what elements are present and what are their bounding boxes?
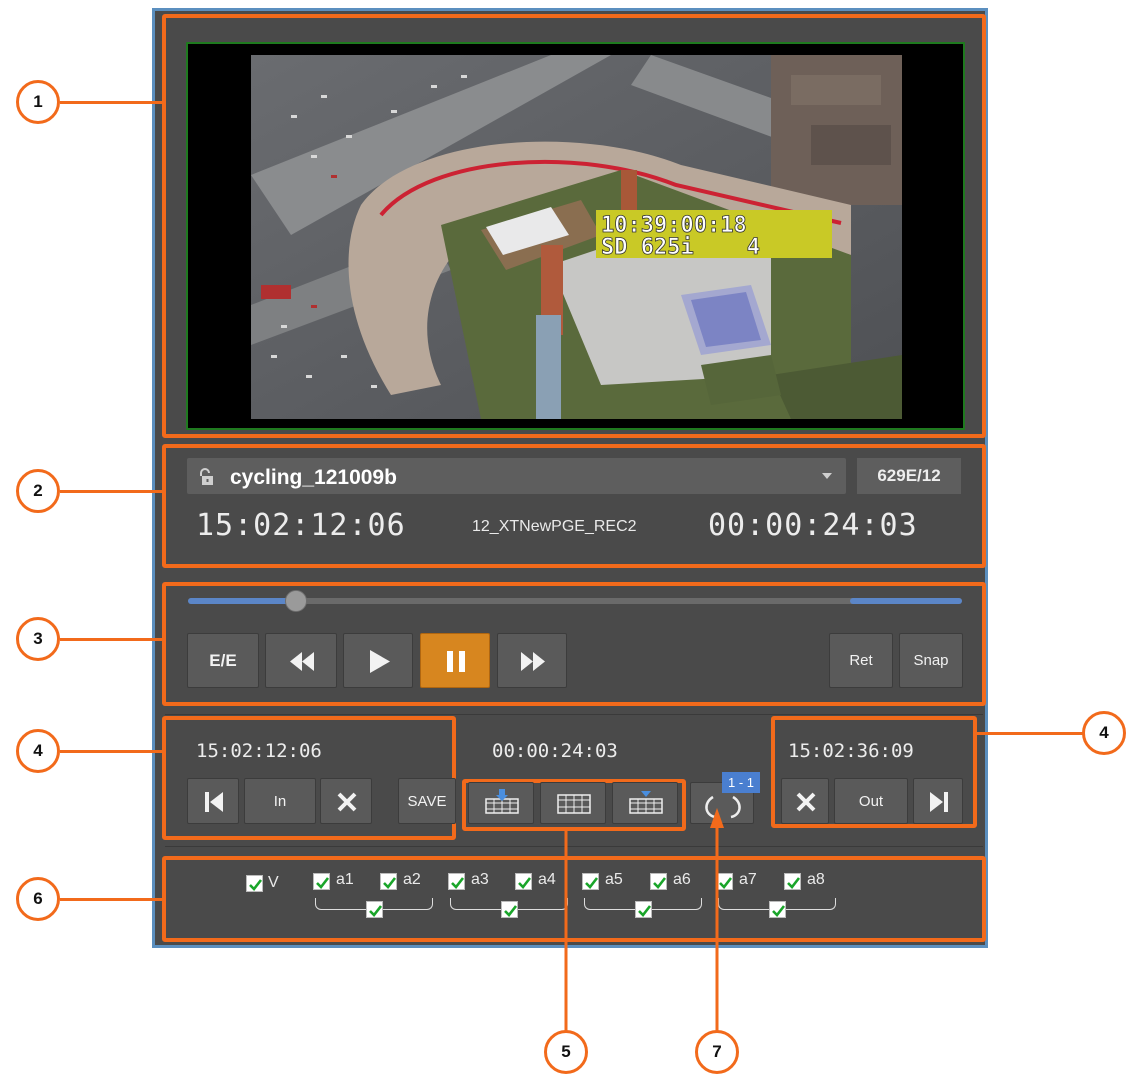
callout-leaders: [564, 808, 724, 1034]
callout-7: 7: [695, 1030, 739, 1074]
callout-4-right: 4: [1082, 711, 1126, 755]
callout-1: 1: [16, 80, 60, 124]
callout-6: 6: [16, 877, 60, 921]
callout-5: 5: [544, 1030, 588, 1074]
callout-3: 3: [16, 617, 60, 661]
callout-4-left: 4: [16, 729, 60, 773]
callout-2: 2: [16, 469, 60, 513]
